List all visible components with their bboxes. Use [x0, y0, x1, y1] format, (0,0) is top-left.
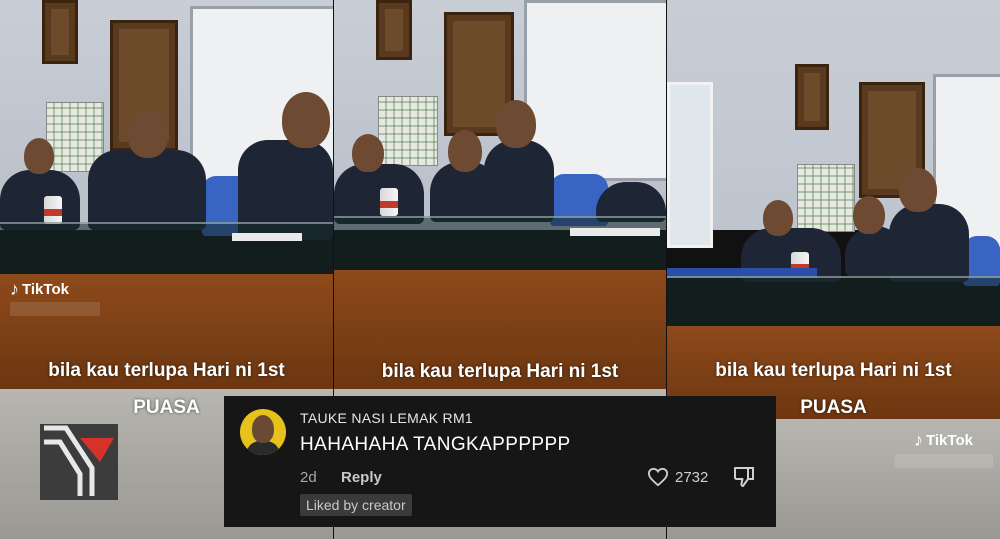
comment-card: TAUKE NASI LEMAK RM1 HAHAHAHA TANGKAPPPP…	[224, 396, 776, 527]
reply-button[interactable]: Reply	[341, 469, 382, 486]
site-logo-icon	[40, 424, 118, 500]
comment-username[interactable]: TAUKE NASI LEMAK RM1	[300, 410, 473, 426]
dislike-button[interactable]	[732, 465, 756, 489]
avatar[interactable]	[240, 409, 286, 455]
tiktok-logo-icon: ♪	[914, 430, 923, 450]
tiktok-watermark: ♪ TikTok	[914, 430, 973, 450]
tiktok-watermark: ♪ TikTok	[10, 279, 69, 299]
calendar	[378, 96, 438, 166]
like-count: 2732	[675, 468, 709, 486]
window	[667, 82, 713, 248]
portrait-frame	[42, 0, 78, 64]
like-button[interactable]: 2732	[647, 467, 708, 487]
video-caption: bila kau terlupa Hari ni 1st	[381, 361, 619, 382]
liked-by-creator-badge: Liked by creator	[300, 494, 412, 516]
portrait-frame	[795, 64, 829, 130]
thumbs-down-icon[interactable]	[732, 465, 756, 489]
portrait-frame	[376, 0, 412, 60]
comment-age: 2d	[300, 469, 317, 486]
video-caption: bila kau terlupa Hari ni 1st	[715, 360, 952, 381]
tiktok-logo-icon: ♪	[10, 279, 19, 299]
calendar	[797, 164, 855, 232]
video-caption: bila kau terlupa Hari ni 1st	[48, 360, 285, 381]
comment-text: HAHAHAHA TANGKAPPPPPP	[300, 434, 571, 455]
heart-outline-icon[interactable]	[647, 467, 669, 487]
